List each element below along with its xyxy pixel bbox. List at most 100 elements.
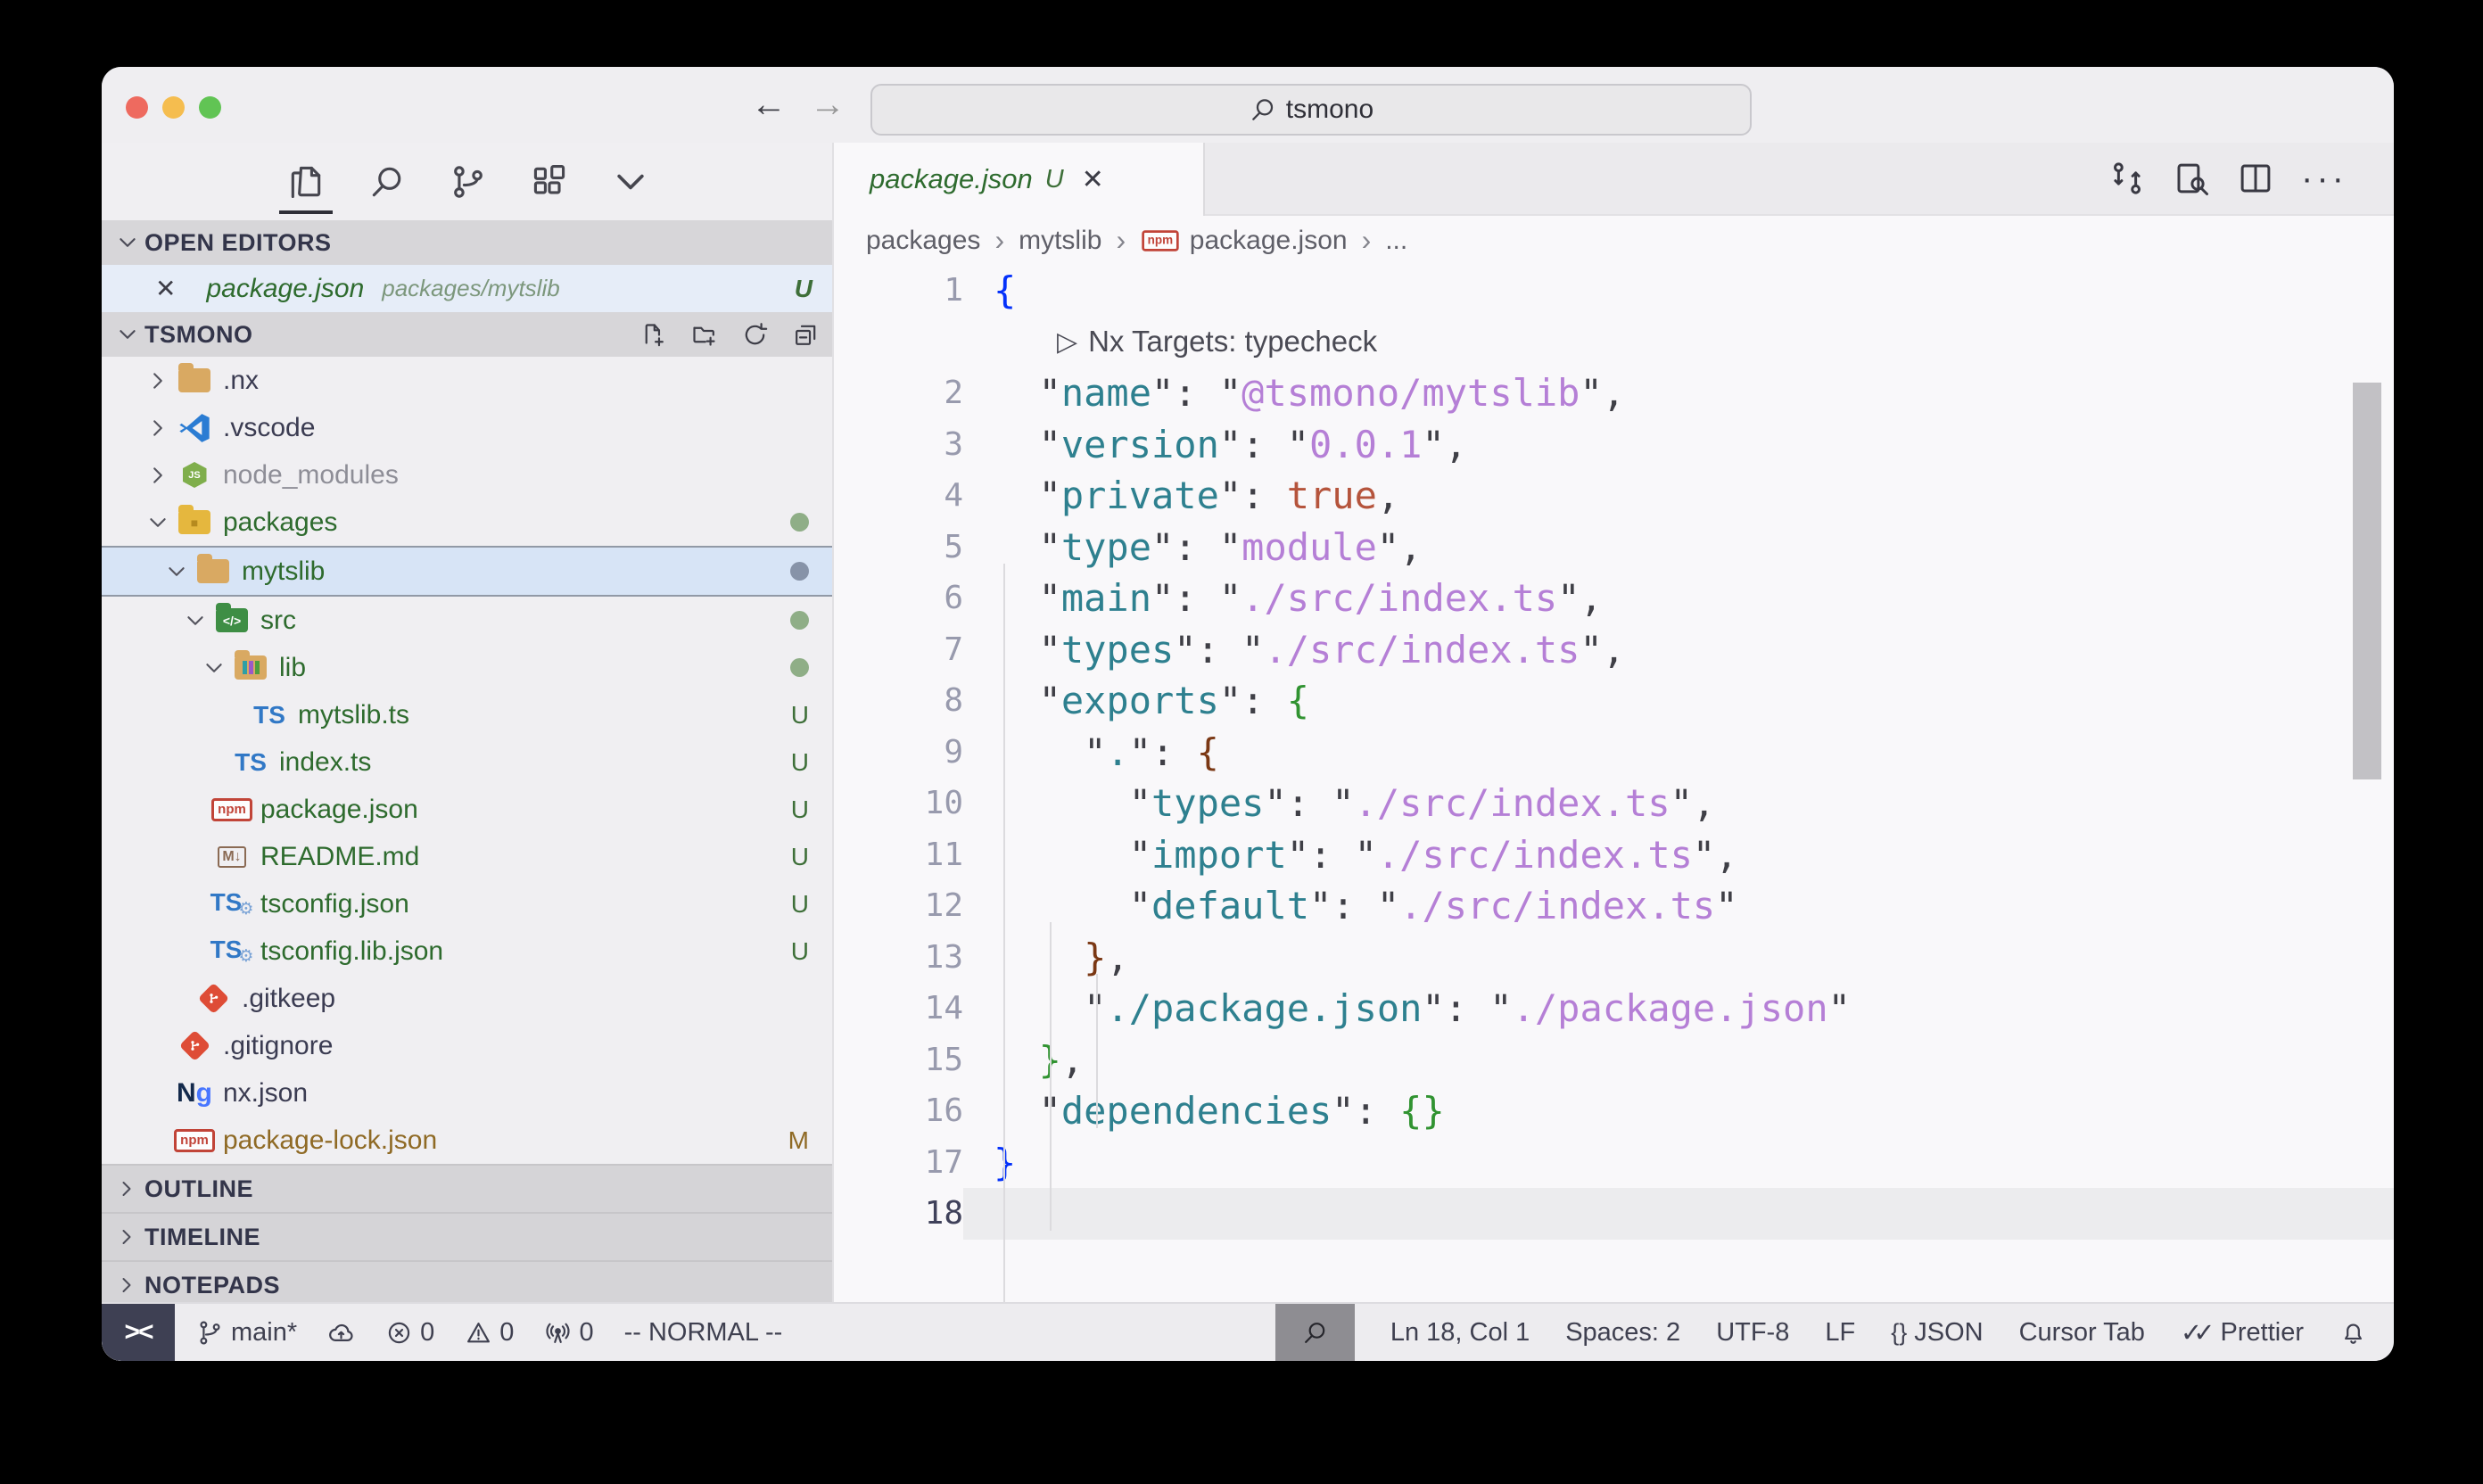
code-line-11[interactable]: 11 "import": "./src/index.ts",	[834, 829, 2394, 881]
code-line-5[interactable]: 5 "type": "module",	[834, 522, 2394, 573]
statusbar-vim-mode[interactable]: -- NORMAL --	[624, 1318, 783, 1348]
tree-item-.nx[interactable]: .nx	[102, 357, 832, 404]
tree-item-lib[interactable]: lib	[102, 644, 832, 691]
tree-item-mytslib[interactable]: mytslib	[102, 546, 832, 597]
chevron-down-icon[interactable]	[202, 656, 226, 680]
chevron-right-icon[interactable]	[146, 369, 169, 392]
command-center-search[interactable]: tsmono	[870, 84, 1752, 136]
search-icon[interactable]	[367, 162, 407, 202]
tree-item-tsconfig.json[interactable]: TS⚙tsconfig.jsonU	[102, 880, 832, 928]
tree-item-.vscode[interactable]: .vscode	[102, 404, 832, 451]
files-icon[interactable]	[286, 162, 326, 202]
extensions-icon[interactable]	[530, 162, 569, 202]
code-line-17[interactable]: 17}	[834, 1137, 2394, 1189]
explorer-section-header[interactable]: TSMONO	[102, 312, 832, 357]
tree-item-index.ts[interactable]: TSindex.tsU	[102, 738, 832, 786]
statusbar-errors[interactable]: 0	[385, 1318, 434, 1348]
sidebar: OPEN EDITORS ✕ package.json packages/myt…	[102, 143, 834, 1302]
code-line-9[interactable]: 9 ".": {	[834, 727, 2394, 779]
tree-item-tsconfig.lib.json[interactable]: TS⚙tsconfig.lib.jsonU	[102, 928, 832, 975]
code-line-13[interactable]: 13 },	[834, 932, 2394, 984]
code-line-16[interactable]: 16 "dependencies": {}	[834, 1085, 2394, 1137]
tree-item-package.json[interactable]: npmpackage.jsonU	[102, 786, 832, 833]
tree-item-.gitkeep[interactable]: .gitkeep	[102, 975, 832, 1022]
maximize-window-button[interactable]	[199, 96, 221, 119]
statusbar-warnings[interactable]: 0	[465, 1318, 514, 1348]
statusbar-ports[interactable]: 0	[544, 1318, 593, 1348]
line-number: 17	[834, 1144, 963, 1181]
breadcrumb-item[interactable]: ...	[1385, 226, 1407, 256]
back-arrow-icon[interactable]: ←	[751, 85, 787, 125]
open-changes-icon[interactable]	[2108, 160, 2146, 197]
statusbar-language-mode[interactable]: {}JSON	[1891, 1318, 1983, 1348]
code-line-12[interactable]: 12 "default": "./src/index.ts"	[834, 880, 2394, 932]
tree-item-nx.json[interactable]: Nɡnx.json	[102, 1069, 832, 1117]
tree-item-readme.md[interactable]: M↓README.mdU	[102, 833, 832, 880]
chevron-down-icon[interactable]	[611, 162, 650, 202]
statusbar-cursor-position[interactable]: Ln 18, Col 1	[1390, 1318, 1530, 1348]
code-line-6[interactable]: 6 "main": "./src/index.ts",	[834, 573, 2394, 624]
chevron-right-icon[interactable]	[146, 464, 169, 487]
code-line-10[interactable]: 10 "types": "./src/index.ts",	[834, 778, 2394, 829]
tree-item-.gitignore[interactable]: .gitignore	[102, 1022, 832, 1069]
file-icon-wrap: JS	[177, 462, 212, 488]
statusbar-formatter[interactable]: ✓✓Prettier	[2181, 1317, 2304, 1348]
close-icon[interactable]: ✕	[1082, 164, 1104, 195]
code-line-7[interactable]: 7 "types": "./src/index.ts",	[834, 624, 2394, 676]
source-control-icon[interactable]	[449, 162, 488, 202]
open-editors-header[interactable]: OPEN EDITORS	[102, 220, 832, 265]
statusbar-cursor-tab[interactable]: Cursor Tab	[2019, 1318, 2145, 1348]
breadcrumb-item[interactable]: packages	[866, 226, 980, 256]
statusbar-indentation[interactable]: Spaces: 2	[1565, 1318, 1680, 1348]
forward-arrow-icon[interactable]: →	[810, 85, 846, 125]
tab-package-json[interactable]: package.json U ✕	[834, 143, 1205, 216]
chevron-right-icon[interactable]	[146, 416, 169, 440]
open-editor-item[interactable]: ✕ package.json packages/mytslib U	[102, 265, 832, 312]
code-line-1[interactable]: 1{	[834, 265, 2394, 317]
tree-item-package-lock.json[interactable]: npmpackage-lock.jsonM	[102, 1117, 832, 1164]
chevron-down-icon[interactable]	[146, 511, 169, 534]
chevron-down-icon[interactable]	[184, 609, 207, 632]
code-line-3[interactable]: 3 "version": "0.0.1",	[834, 419, 2394, 471]
line-number: 3	[834, 426, 963, 463]
code-line-8[interactable]: 8 "exports": {	[834, 675, 2394, 727]
tree-item-node-modules[interactable]: JSnode_modules	[102, 451, 832, 499]
statusbar-git-branch[interactable]: main*	[196, 1318, 297, 1348]
open-preview-icon[interactable]	[2173, 160, 2210, 197]
close-window-button[interactable]	[126, 96, 148, 119]
pane-header-outline[interactable]: OUTLINE	[102, 1166, 832, 1214]
refresh-icon[interactable]	[741, 321, 769, 349]
line-number: 5	[834, 529, 963, 565]
code-line-15[interactable]: 15 },	[834, 1035, 2394, 1086]
statusbar-eol[interactable]: LF	[1825, 1318, 1855, 1348]
split-editor-icon[interactable]	[2237, 160, 2274, 197]
breadcrumb-item[interactable]: mytslib	[1019, 226, 1101, 256]
tree-item-label: package-lock.json	[223, 1125, 437, 1156]
minimize-window-button[interactable]	[162, 96, 185, 119]
statusbar-encoding[interactable]: UTF-8	[1716, 1318, 1789, 1348]
tree-item-packages[interactable]: ■packages	[102, 499, 832, 546]
statusbar-label: Ln 18, Col 1	[1390, 1318, 1530, 1348]
codelens-nx-targets[interactable]: ▷Nx Targets: typecheck	[834, 317, 2394, 368]
code-line-18[interactable]: 18	[834, 1188, 2394, 1240]
code-line-14[interactable]: 14 "./package.json": "./package.json"	[834, 983, 2394, 1035]
chevron-down-icon[interactable]	[165, 560, 188, 583]
tree-item-src[interactable]: </>src	[102, 597, 832, 644]
collapse-all-icon[interactable]	[792, 321, 820, 349]
code-line-4[interactable]: 4 "private": true,	[834, 470, 2394, 522]
new-file-icon[interactable]	[639, 321, 667, 349]
more-actions-icon[interactable]: ···	[2301, 159, 2347, 199]
scrollbar-thumb[interactable]	[2353, 383, 2381, 779]
new-folder-icon[interactable]	[690, 321, 718, 349]
tree-item-mytslib.ts[interactable]: TSmytslib.tsU	[102, 691, 832, 738]
remote-indicator[interactable]: ><	[102, 1304, 175, 1361]
code-line-2[interactable]: 2 "name": "@tsmono/mytslib",	[834, 367, 2394, 419]
statusbar-notifications[interactable]	[2339, 1319, 2367, 1347]
statusbar-zoom-indicator[interactable]	[1275, 1304, 1355, 1361]
play-icon[interactable]: ▷	[1057, 326, 1077, 358]
breadcrumb-item[interactable]: npmpackage.json	[1140, 226, 1347, 256]
close-icon[interactable]: ✕	[155, 274, 176, 303]
statusbar-sync[interactable]	[327, 1319, 355, 1347]
pane-header-timeline[interactable]: TIMELINE	[102, 1214, 832, 1262]
code-editor[interactable]: 1{▷Nx Targets: typecheck2 "name": "@tsmo…	[834, 265, 2394, 1302]
